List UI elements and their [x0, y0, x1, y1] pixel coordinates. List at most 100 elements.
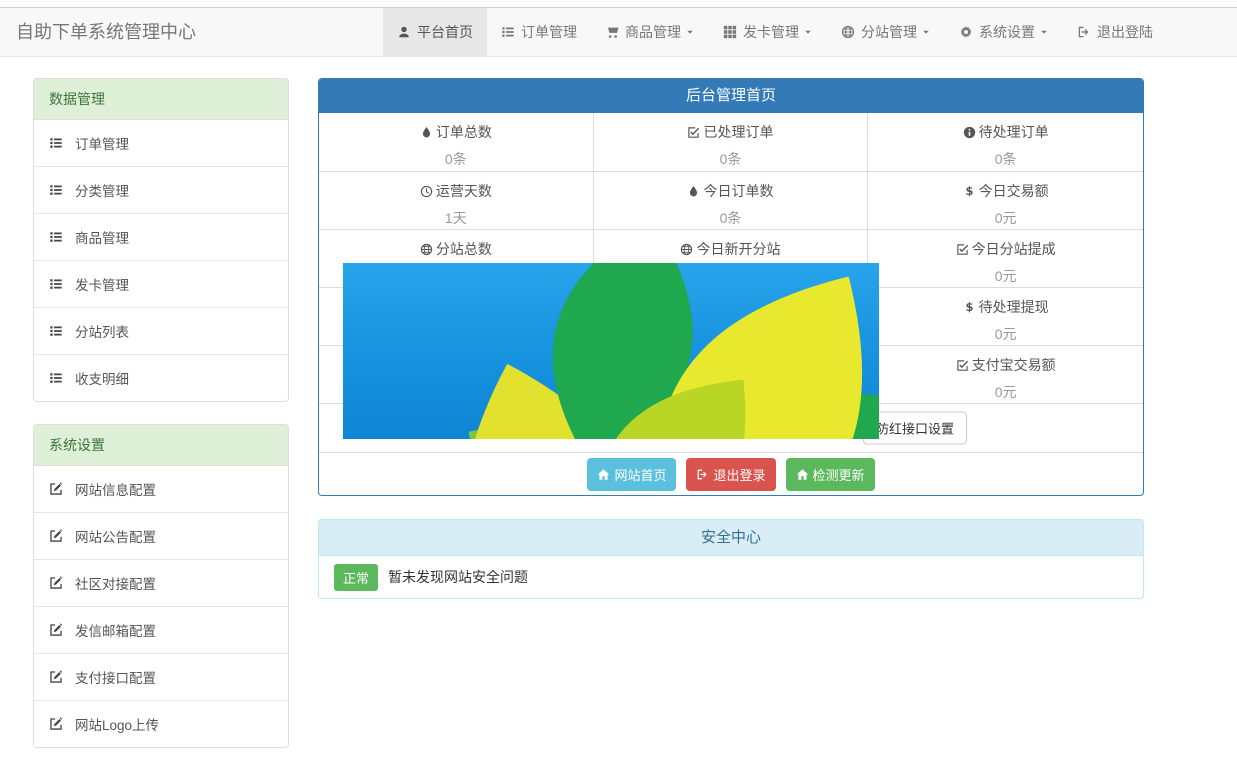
stat-pending-orders: 待处理订单 0条 [868, 113, 1143, 171]
main-nav: 平台首页 订单管理 商品管理 发卡管理 分站管理 系统设置 退出登陆 [383, 8, 1167, 56]
sidebar-panel-system-settings: 系统设置 网站信息配置 网站公告配置 社区对接配置 发信邮箱配置 支付接口配置 [33, 424, 289, 748]
sidebar-item-category-management[interactable]: 分类管理 [34, 167, 288, 214]
edit-icon [49, 576, 63, 590]
stat-pending-withdrawal: 待处理提现 0元 [868, 287, 1143, 345]
check-square-icon [687, 126, 700, 139]
sidebar: 数据管理 订单管理 分类管理 商品管理 发卡管理 分站列表 [33, 78, 289, 770]
nav-card-management[interactable]: 发卡管理 [709, 8, 827, 56]
security-status-text: 暂未发现网站安全问题 [388, 567, 528, 587]
nav-system-settings[interactable]: 系统设置 [945, 8, 1063, 56]
cart-icon [605, 25, 619, 39]
promo-banner-image [343, 263, 879, 439]
sidebar-panel-data-management: 数据管理 订单管理 分类管理 商品管理 发卡管理 分站列表 [33, 78, 289, 402]
edit-icon [49, 482, 63, 496]
security-center-panel: 安全中心 正常 暂未发现网站安全问题 [318, 519, 1144, 599]
logout-button[interactable]: 退出登录 [686, 458, 775, 491]
stat-today-orders: 今日订单数 0条 [594, 171, 869, 229]
list-icon [49, 183, 63, 197]
dollar-icon [963, 301, 976, 314]
info-circle-icon [963, 126, 976, 139]
sidebar-item-label: 商品管理 [75, 227, 129, 247]
sidebar-item-mailbox-config[interactable]: 发信邮箱配置 [34, 607, 288, 654]
stat-value: 1天 [319, 208, 593, 228]
sidebar-item-community-connect-config[interactable]: 社区对接配置 [34, 560, 288, 607]
gear-icon [959, 25, 973, 39]
nav-product-management[interactable]: 商品管理 [591, 8, 709, 56]
edit-icon [49, 670, 63, 684]
sidebar-section-title: 数据管理 [34, 79, 288, 120]
stat-alipay-transaction-amount: 支付宝交易额 0元 [868, 345, 1143, 403]
security-panel-body: 正常 暂未发现网站安全问题 [319, 556, 1143, 598]
panel-footer-buttons: 网站首页 退出登录 检测更新 [319, 452, 1143, 495]
sidebar-item-payment-interface-config[interactable]: 支付接口配置 [34, 654, 288, 701]
caret-down-icon [685, 27, 695, 37]
nav-label: 系统设置 [979, 22, 1035, 42]
globe-icon [841, 25, 855, 39]
sidebar-item-substation-list[interactable]: 分站列表 [34, 308, 288, 355]
nav-order-management[interactable]: 订单管理 [487, 8, 591, 56]
check-square-icon [956, 359, 969, 372]
sidebar-item-label: 支付接口配置 [75, 667, 156, 687]
edit-icon [49, 717, 63, 731]
stat-value: 0元 [868, 208, 1143, 228]
caret-down-icon [921, 27, 931, 37]
main-column: 后台管理首页 订单总数 0条 已处理订单 0条 待处理订单 0条 运营天数 1天 [318, 78, 1144, 599]
globe-icon [420, 243, 433, 256]
top-navbar: 自助下单系统管理中心 平台首页 订单管理 商品管理 发卡管理 分站管理 系统设置 [0, 7, 1237, 57]
sidebar-item-card-management[interactable]: 发卡管理 [34, 261, 288, 308]
sidebar-section-title: 系统设置 [34, 425, 288, 466]
home-icon [597, 468, 610, 481]
nav-substation-management[interactable]: 分站管理 [827, 8, 945, 56]
sidebar-item-order-management[interactable]: 订单管理 [34, 120, 288, 167]
sidebar-item-label: 分类管理 [75, 180, 129, 200]
stat-value: 0条 [594, 149, 868, 169]
sidebar-item-label: 收支明细 [75, 368, 129, 388]
sidebar-item-label: 网站Logo上传 [75, 714, 159, 734]
sign-out-icon [1077, 25, 1091, 39]
sidebar-item-site-info-config[interactable]: 网站信息配置 [34, 466, 288, 513]
status-badge: 正常 [334, 564, 378, 591]
sidebar-item-label: 网站信息配置 [75, 479, 156, 499]
security-panel-title: 安全中心 [319, 520, 1143, 556]
page-content: 数据管理 订单管理 分类管理 商品管理 发卡管理 分站列表 [33, 78, 1237, 770]
sidebar-item-label: 发信邮箱配置 [75, 620, 156, 640]
nav-label: 订单管理 [521, 22, 577, 42]
site-home-button[interactable]: 网站首页 [587, 458, 676, 491]
sidebar-item-label: 社区对接配置 [75, 573, 156, 593]
sidebar-item-income-expense-details[interactable]: 收支明细 [34, 355, 288, 401]
list-icon [501, 25, 515, 39]
leaves-decoration [343, 263, 879, 439]
admin-home-panel: 后台管理首页 订单总数 0条 已处理订单 0条 待处理订单 0条 运营天数 1天 [318, 78, 1144, 496]
list-icon [49, 230, 63, 244]
stat-order-total: 订单总数 0条 [319, 113, 594, 171]
caret-down-icon [803, 27, 813, 37]
stat-today-substation-commission: 今日分站提成 0元 [868, 229, 1143, 287]
stat-value: 0元 [868, 324, 1143, 344]
user-icon [397, 25, 411, 39]
globe-icon [680, 243, 693, 256]
stat-value: 0条 [319, 149, 593, 169]
edit-icon [49, 623, 63, 637]
list-icon [49, 277, 63, 291]
sidebar-item-site-announcement-config[interactable]: 网站公告配置 [34, 513, 288, 560]
tint-icon [687, 185, 700, 198]
sidebar-item-product-management[interactable]: 商品管理 [34, 214, 288, 261]
stat-value: 0条 [868, 149, 1143, 169]
sign-out-icon [696, 468, 709, 481]
nav-label: 商品管理 [625, 22, 681, 42]
nav-logout[interactable]: 退出登陆 [1063, 8, 1167, 56]
nav-label: 平台首页 [417, 22, 473, 42]
nav-label: 发卡管理 [743, 22, 799, 42]
nav-label: 退出登陆 [1097, 22, 1153, 42]
stat-today-transaction-amount: 今日交易额 0元 [868, 171, 1143, 229]
check-update-button[interactable]: 检测更新 [786, 458, 875, 491]
clock-icon [420, 185, 433, 198]
stat-processed-orders: 已处理订单 0条 [594, 113, 869, 171]
sidebar-item-label: 分站列表 [75, 321, 129, 341]
nav-platform-home[interactable]: 平台首页 [383, 8, 487, 56]
panel-title: 后台管理首页 [319, 79, 1143, 113]
edit-icon [49, 529, 63, 543]
stat-value: 0元 [868, 266, 1143, 286]
list-icon [49, 371, 63, 385]
sidebar-item-logo-upload[interactable]: 网站Logo上传 [34, 701, 288, 747]
